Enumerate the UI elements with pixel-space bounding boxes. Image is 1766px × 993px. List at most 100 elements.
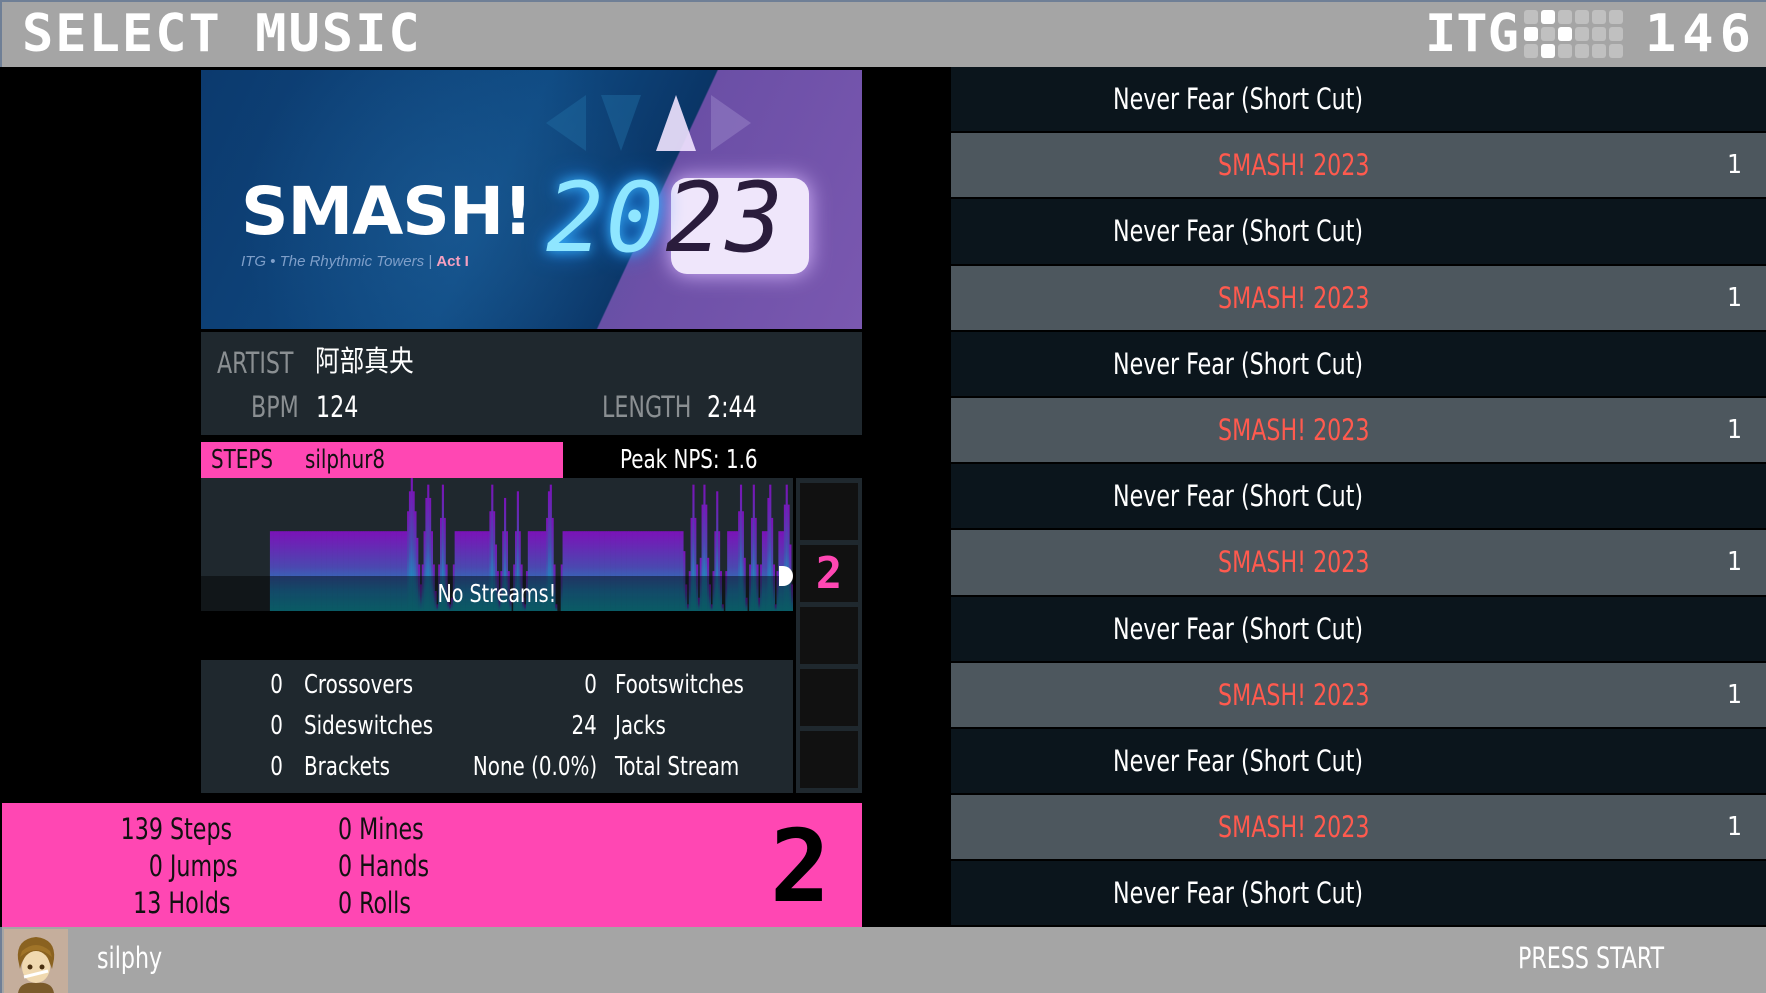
holds-count: 13 Holds <box>132 886 230 920</box>
difficulty-slot[interactable] <box>800 607 858 664</box>
group-song-count: 1 <box>1727 812 1742 843</box>
banner-subtitle: ITG • The Rhythmic Towers | Act I <box>241 253 469 270</box>
stage-grid-cell <box>1609 27 1623 41</box>
mines-count: 0 Mines <box>338 812 424 846</box>
stage-grid-cell <box>1541 44 1555 58</box>
stage-counter: 146 <box>1645 4 1757 64</box>
difficulty-meter-list: 2 <box>796 478 862 793</box>
player-name: silphy <box>97 941 163 975</box>
stage-grid-cell <box>1524 44 1538 58</box>
avatar-image <box>4 929 68 993</box>
stage-grid-cell <box>1524 27 1538 41</box>
group-song-count: 1 <box>1727 547 1742 578</box>
group-song-count: 1 <box>1727 415 1742 446</box>
steps-count: 139 Steps <box>120 812 232 846</box>
stage-grid-cell <box>1558 10 1572 24</box>
hands-count: 0 Hands <box>338 849 430 883</box>
difficulty-slot[interactable] <box>800 731 858 788</box>
difficulty-slot[interactable] <box>800 669 858 726</box>
down-arrow-icon <box>601 95 641 151</box>
steps-bar: STEPS silphur8 <box>201 442 563 478</box>
song-wheel-group-row[interactable]: SMASH! 2023 1 <box>951 133 1766 200</box>
song-wheel-song-row[interactable]: Never Fear (Short Cut) <box>951 331 1766 398</box>
stage-grid-cell <box>1592 27 1606 41</box>
song-wheel-song-row[interactable]: Never Fear (Short Cut) <box>951 199 1766 266</box>
footer-bar: silphy PRESS START <box>0 927 1766 993</box>
total-stream-label: Total Stream <box>615 752 740 782</box>
song-wheel-song-row[interactable]: Never Fear (Short Cut) <box>951 728 1766 796</box>
up-arrow-icon <box>656 95 696 151</box>
song-title: Never Fear (Short Cut) <box>1113 743 1364 778</box>
stage-grid-cell <box>1524 10 1538 24</box>
song-wheel-group-row[interactable]: SMASH! 2023 1 <box>951 265 1766 332</box>
stage-grid-cell <box>1609 10 1623 24</box>
song-wheel-song-row[interactable]: Never Fear (Short Cut) <box>951 464 1766 531</box>
steps-label: STEPS <box>211 445 273 475</box>
song-wheel-group-row[interactable]: SMASH! 2023 1 <box>951 397 1766 465</box>
song-title: Never Fear (Short Cut) <box>1113 479 1364 514</box>
banner-year-part1: 20 <box>546 162 666 274</box>
jacks-value: 24 <box>571 711 597 741</box>
tech-stats-panel: 0 Crossovers 0 Sideswitches 0 Brackets 0… <box>201 660 793 793</box>
left-arrow-icon <box>546 95 586 151</box>
peak-nps: Peak NPS: 1.6 <box>620 445 758 475</box>
stage-grid-cell <box>1575 10 1589 24</box>
crossovers-value: 0 <box>270 670 283 700</box>
brackets-value: 0 <box>270 752 283 782</box>
difficulty-slot[interactable] <box>800 483 858 540</box>
artist-label: ARTIST <box>217 346 294 380</box>
rolls-count: 0 Rolls <box>338 886 411 920</box>
footswitches-value: 0 <box>584 670 597 700</box>
stream-info-label: No Streams! <box>437 579 557 608</box>
banner-year-part2: 23 <box>665 162 786 274</box>
song-wheel-song-row[interactable]: Never Fear (Short Cut) <box>951 67 1766 134</box>
group-song-count: 1 <box>1727 282 1742 313</box>
right-arrow-icon <box>711 95 751 151</box>
stage-grid-cell <box>1558 27 1572 41</box>
song-wheel-song-row[interactable]: Never Fear (Short Cut) <box>951 596 1766 663</box>
song-wheel-group-row[interactable]: SMASH! 2023 1 <box>951 795 1766 862</box>
song-wheel-group-row[interactable]: SMASH! 2023 1 <box>951 530 1766 597</box>
song-title: Never Fear (Short Cut) <box>1113 346 1364 381</box>
song-wheel[interactable]: Never Fear (Short Cut) SMASH! 2023 1 Never … <box>951 67 1766 928</box>
banner-year: 2023 <box>546 168 785 268</box>
stage-grid-cell <box>1609 44 1623 58</box>
stage-grid-cell <box>1592 10 1606 24</box>
banner-logo-text: SMASH! <box>241 173 533 250</box>
length-label: LENGTH <box>602 390 692 424</box>
difficulty-slot-selected[interactable]: 2 <box>800 545 858 602</box>
bpm-label: BPM <box>251 390 299 424</box>
song-title: Never Fear (Short Cut) <box>1113 82 1364 117</box>
jumps-count: 0 Jumps <box>149 849 238 883</box>
group-title: SMASH! 2023 <box>1218 677 1370 712</box>
game-mode-label: ITG <box>1425 4 1519 64</box>
stage-grid-cell <box>1541 10 1555 24</box>
difficulty-meter-big: 2 <box>770 808 831 925</box>
screen-title: SELECT MUSIC <box>22 4 422 64</box>
stage-grid-cell <box>1541 27 1555 41</box>
jacks-label: Jacks <box>615 711 666 741</box>
chart-stats-panel: 139 Steps 0 Jumps 13 Holds 0 Mines 0 Han… <box>2 803 862 927</box>
group-title: SMASH! 2023 <box>1218 810 1370 845</box>
song-wheel-song-row[interactable]: Never Fear (Short Cut) <box>951 861 1766 928</box>
group-song-count: 1 <box>1727 150 1742 181</box>
stage-grid-cell <box>1558 44 1572 58</box>
group-title: SMASH! 2023 <box>1218 545 1370 580</box>
stage-grid-cell <box>1592 44 1606 58</box>
stream-info-text: No Streams! <box>201 578 793 610</box>
length-value: 2:44 <box>707 390 757 424</box>
sideswitches-value: 0 <box>270 711 283 741</box>
song-title: Never Fear (Short Cut) <box>1113 611 1364 646</box>
steps-author: silphur8 <box>305 445 386 475</box>
song-info-panel: ARTIST 阿部真央 BPM 124 LENGTH 2:44 <box>201 332 862 435</box>
stage-grid-cell <box>1575 44 1589 58</box>
group-title: SMASH! 2023 <box>1218 280 1370 315</box>
press-start-prompt[interactable]: PRESS START <box>1518 940 1664 976</box>
total-stream-value: None (0.0%) <box>472 752 597 782</box>
stage-grid-cell <box>1575 27 1589 41</box>
banner-subtitle-left: ITG • The Rhythmic Towers | <box>241 253 437 270</box>
song-title: Never Fear (Short Cut) <box>1113 214 1364 249</box>
song-wheel-group-row[interactable]: SMASH! 2023 1 <box>951 662 1766 729</box>
bpm-value: 124 <box>316 390 359 424</box>
density-graph: No Streams! <box>201 478 793 611</box>
